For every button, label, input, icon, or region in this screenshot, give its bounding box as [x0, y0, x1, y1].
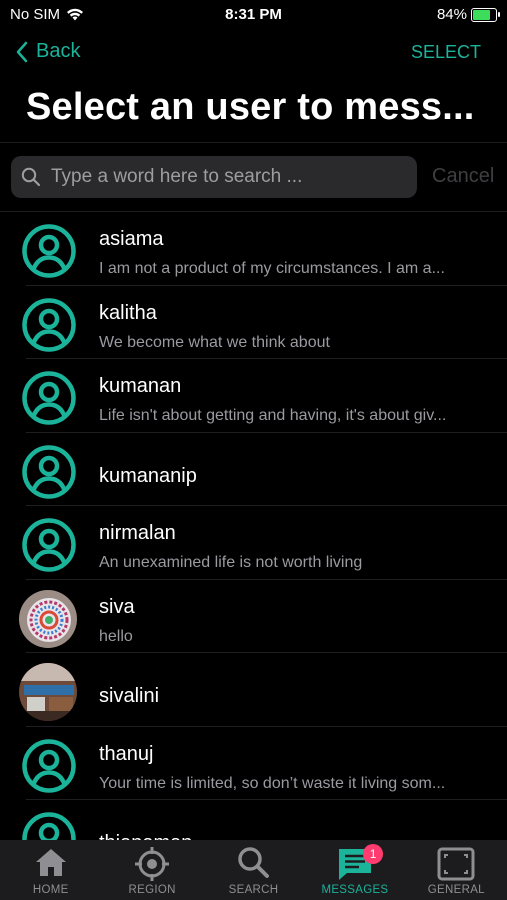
user-status-message: I am not a product of my circumstances. … — [99, 260, 445, 277]
search-input[interactable] — [49, 165, 403, 189]
tab-search[interactable]: SEARCH — [203, 840, 304, 900]
divider — [0, 142, 507, 143]
user-status-message: hello — [99, 627, 133, 645]
user-status-message: Your time is limited, so don’t waste it … — [99, 774, 446, 792]
user-status-message: Life isn't about getting and having, it'… — [99, 407, 447, 424]
tab-home[interactable]: HOME — [0, 840, 101, 900]
user-row[interactable]: nirmalan An unexamined life is not worth … — [0, 506, 507, 580]
user-row[interactable]: siva hello — [0, 580, 507, 653]
tab-messages[interactable]: 1 MESSAGES — [304, 840, 405, 900]
user-avatar-icon — [20, 222, 78, 280]
battery-status: 84% — [436, 6, 500, 23]
battery-percent: 84% — [436, 6, 467, 23]
user-avatar-icon — [20, 369, 78, 427]
tab-general[interactable]: GENERAL — [406, 840, 507, 900]
tab-label: SEARCH — [228, 884, 279, 896]
tab-label: MESSAGES — [321, 884, 389, 896]
user-row[interactable]: thianaman — [0, 800, 507, 840]
user-avatar-photo — [19, 589, 77, 648]
search-field[interactable] — [11, 156, 417, 198]
user-row[interactable]: kumanan Life isn't about getting and havi… — [0, 359, 507, 433]
cancel-button[interactable]: Cancel — [432, 165, 494, 188]
user-row[interactable]: thanuj Your time is limited, so don’t was… — [0, 727, 507, 800]
battery-icon — [471, 7, 500, 22]
tab-label: REGION — [128, 884, 176, 896]
user-avatar-photo — [19, 663, 77, 721]
user-name: sivalini — [99, 685, 160, 707]
select-button[interactable]: SELECT — [411, 42, 481, 63]
user-row[interactable]: asiama I am not a product of my circumsta… — [0, 212, 507, 286]
chevron-left-icon — [16, 41, 28, 62]
user-row[interactable]: sivalini — [0, 653, 507, 727]
navigation-bar: Back SELECT — [0, 36, 507, 70]
tab-label: HOME — [32, 884, 69, 896]
status-bar: No SIM 8:31 PM 84% — [0, 0, 507, 28]
user-row[interactable]: kalitha We become what we think about — [0, 286, 507, 359]
back-label: Back — [36, 40, 81, 62]
tab-bar: HOME REGION SEARCH 1 MESSAGES GENERAL — [0, 840, 507, 900]
user-name: asiama — [99, 228, 164, 250]
tab-label: GENERAL — [427, 884, 485, 896]
user-name: nirmalan — [99, 522, 176, 544]
user-name: kumanan — [99, 375, 182, 397]
user-avatar-icon — [20, 296, 78, 354]
user-name: siva — [99, 595, 135, 618]
clock: 8:31 PM — [225, 6, 282, 23]
user-list: asiama I am not a product of my circumsta… — [0, 212, 507, 840]
unread-badge: 1 — [363, 844, 384, 864]
user-row[interactable]: kumananip — [0, 433, 507, 506]
user-name: kalitha — [99, 301, 157, 324]
user-avatar-icon — [20, 737, 78, 795]
user-avatar-icon — [20, 443, 78, 501]
back-button[interactable]: Back — [16, 40, 80, 63]
user-name: thanuj — [99, 742, 154, 765]
user-avatar-icon — [20, 810, 78, 840]
user-name: thianaman — [99, 832, 192, 840]
tab-region[interactable]: REGION — [101, 840, 202, 900]
user-status-message: We become what we think about — [99, 333, 330, 351]
page-title: Select an user to mess... — [26, 86, 475, 128]
user-status-message: An unexamined life is not worth living — [99, 554, 363, 571]
user-avatar-icon — [20, 516, 78, 574]
user-name: kumananip — [99, 464, 197, 487]
search-icon — [21, 167, 41, 187]
